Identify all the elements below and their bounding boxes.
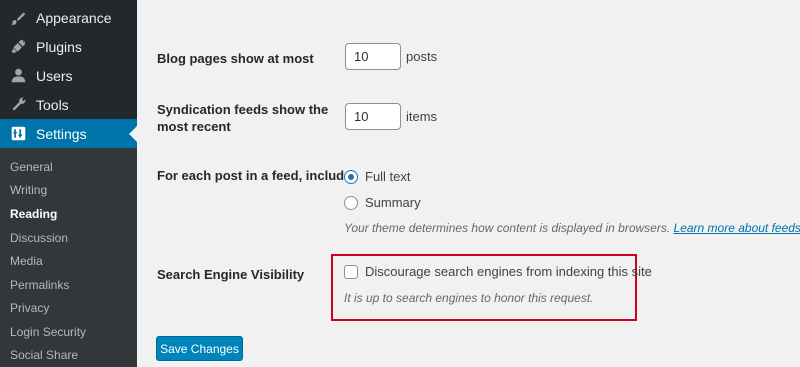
syndication-unit: items xyxy=(406,109,438,124)
learn-more-feeds-link[interactable]: Learn more about feeds xyxy=(674,221,800,235)
feed-description-text: Your theme determines how content is dis… xyxy=(344,221,671,235)
menu-item-plugins[interactable]: Plugins xyxy=(0,32,137,61)
save-changes-button[interactable]: Save Changes xyxy=(156,336,243,361)
admin-sidebar: Appearance Plugins Users Tools Settings … xyxy=(0,0,137,367)
active-indicator xyxy=(129,125,137,142)
search-visibility-label: Search Engine Visibility xyxy=(157,267,305,282)
syndication-label-line2: most recent xyxy=(157,119,231,134)
menu-label: Appearance xyxy=(36,9,112,26)
blog-pages-label: Blog pages show at most xyxy=(157,51,314,66)
full-text-radio[interactable] xyxy=(344,170,358,184)
discourage-search-label[interactable]: Discourage search engines from indexing … xyxy=(365,264,652,279)
feed-include-label: For each post in a feed, include xyxy=(157,168,352,183)
menu-label: Settings xyxy=(36,125,87,142)
discourage-search-checkbox[interactable] xyxy=(344,265,358,279)
settings-icon xyxy=(8,124,28,144)
submenu-item-login-security[interactable]: Login Security xyxy=(10,325,86,339)
settings-submenu: General Writing Reading Discussion Media… xyxy=(0,148,137,367)
menu-label: Tools xyxy=(36,96,69,113)
feed-description: Your theme determines how content is dis… xyxy=(344,221,800,235)
menu-item-users[interactable]: Users xyxy=(0,61,137,90)
plugin-icon xyxy=(8,37,28,57)
syndication-label-line1: Syndication feeds show the xyxy=(157,102,329,117)
search-visibility-description: It is up to search engines to honor this… xyxy=(344,291,594,305)
menu-item-tools[interactable]: Tools xyxy=(0,90,137,119)
menu-label: Plugins xyxy=(36,38,82,55)
submenu-item-social-share[interactable]: Social Share xyxy=(10,348,78,362)
submenu-item-permalinks[interactable]: Permalinks xyxy=(10,278,69,292)
menu-item-settings[interactable]: Settings xyxy=(0,119,137,148)
blog-pages-unit: posts xyxy=(406,49,438,64)
submenu-item-discussion[interactable]: Discussion xyxy=(10,231,68,245)
submenu-item-reading[interactable]: Reading xyxy=(10,207,57,221)
menu-item-appearance[interactable]: Appearance xyxy=(0,3,137,32)
submenu-item-privacy[interactable]: Privacy xyxy=(10,301,49,315)
submenu-item-general[interactable]: General xyxy=(10,160,53,174)
submenu-item-writing[interactable]: Writing xyxy=(10,183,47,197)
user-icon xyxy=(8,66,28,86)
summary-radio[interactable] xyxy=(344,196,358,210)
syndication-input[interactable]: 10 xyxy=(345,103,401,130)
wrench-icon xyxy=(8,95,28,115)
summary-label[interactable]: Summary xyxy=(365,195,421,210)
submenu-item-media[interactable]: Media xyxy=(10,254,43,268)
brush-icon xyxy=(8,8,28,28)
menu-label: Users xyxy=(36,67,73,84)
full-text-label[interactable]: Full text xyxy=(365,169,411,184)
blog-pages-input[interactable]: 10 xyxy=(345,43,401,70)
